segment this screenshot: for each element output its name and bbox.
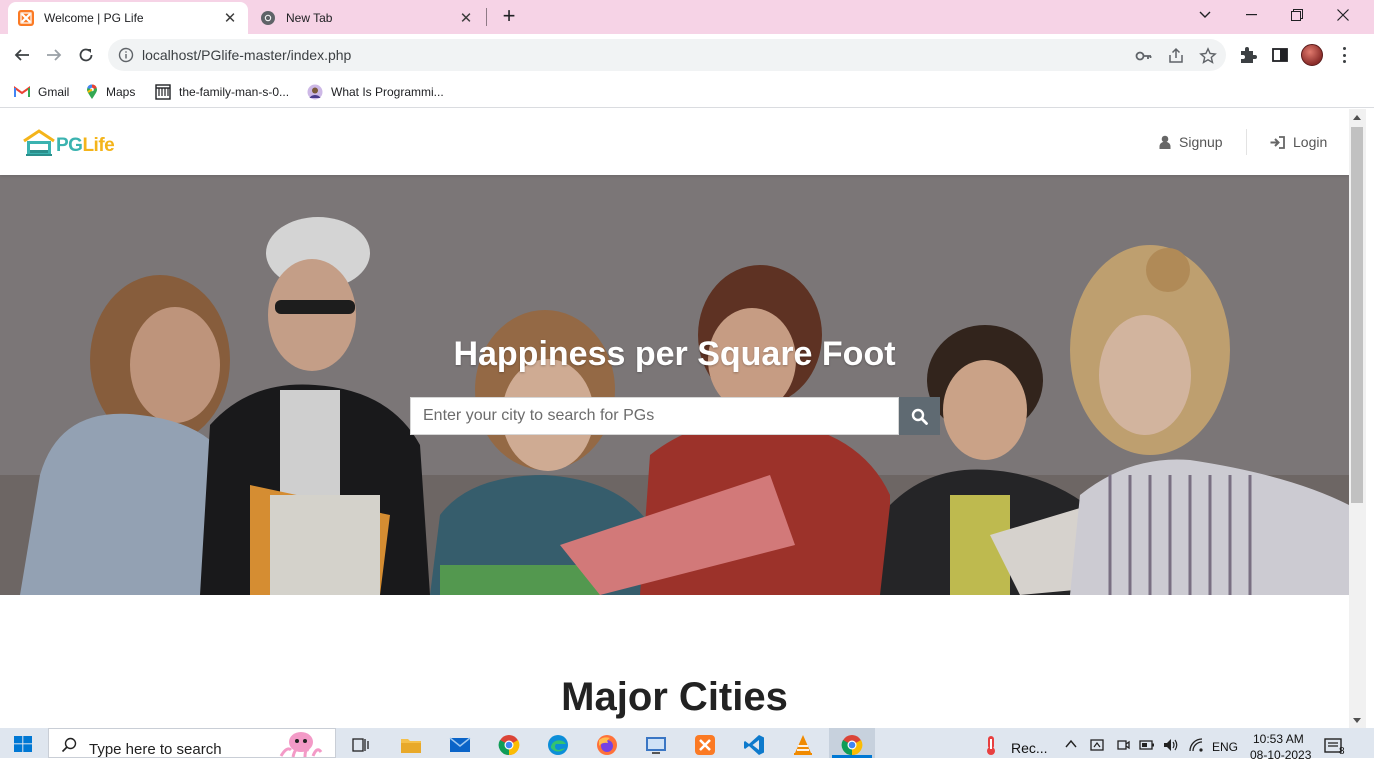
clock-date[interactable]: 08-10-2023 bbox=[1250, 748, 1311, 762]
remote-desktop-icon[interactable] bbox=[645, 734, 667, 756]
back-arrow-icon[interactable] bbox=[10, 43, 34, 67]
scrollbar-thumb[interactable] bbox=[1351, 127, 1363, 503]
signup-label: Signup bbox=[1179, 134, 1223, 150]
page-scrollbar[interactable] bbox=[1349, 109, 1366, 728]
bookmark-label: Gmail bbox=[38, 85, 70, 99]
clock-time[interactable]: 10:53 AM bbox=[1253, 732, 1304, 746]
site-info-icon[interactable] bbox=[118, 47, 134, 63]
tab-separator bbox=[486, 8, 487, 26]
login-link[interactable]: Login bbox=[1270, 133, 1327, 151]
close-tab-icon[interactable]: ✕ bbox=[458, 10, 474, 27]
scroll-up-arrow-icon[interactable] bbox=[1353, 115, 1361, 120]
tab-title: Welcome | PG Life bbox=[44, 11, 144, 25]
meet-now-icon[interactable] bbox=[1115, 737, 1131, 753]
taskbar-search-box[interactable]: Type here to search bbox=[48, 728, 336, 758]
vscode-icon[interactable] bbox=[743, 734, 765, 756]
weather-text[interactable]: Rec... bbox=[1011, 740, 1048, 756]
xampp-favicon-icon bbox=[18, 10, 34, 26]
taskbar-search-text: Type here to search bbox=[89, 741, 222, 758]
bookmark-family-man[interactable]: the-family-man-s-0... bbox=[155, 82, 289, 102]
file-explorer-icon[interactable] bbox=[400, 734, 422, 756]
gmail-icon bbox=[14, 86, 30, 97]
restore-button[interactable] bbox=[1274, 0, 1320, 30]
bookmark-label: What Is Programmi... bbox=[331, 85, 444, 99]
key-icon[interactable] bbox=[1135, 47, 1153, 65]
url-text[interactable]: localhost/PGlife-master/index.php bbox=[142, 47, 351, 63]
logo-text-life: Life bbox=[82, 135, 115, 156]
tab-search-chevron-icon[interactable] bbox=[1182, 0, 1228, 30]
xampp-icon[interactable] bbox=[694, 734, 716, 756]
tray-chevron-up-icon[interactable] bbox=[1064, 737, 1078, 751]
city-search-form bbox=[410, 397, 940, 435]
side-panel-icon[interactable] bbox=[1270, 45, 1290, 65]
chrome-active-icon[interactable] bbox=[841, 734, 863, 756]
bookmark-star-icon[interactable] bbox=[1199, 47, 1217, 65]
octopus-search-highlight-icon bbox=[279, 732, 323, 758]
tab-strip: Welcome | PG Life ✕ New Tab ✕ + bbox=[0, 0, 1374, 34]
scroll-down-arrow-icon[interactable] bbox=[1353, 718, 1361, 723]
forward-arrow-icon[interactable] bbox=[42, 43, 66, 67]
battery-icon[interactable] bbox=[1139, 737, 1155, 753]
close-window-button[interactable] bbox=[1320, 0, 1366, 30]
signup-link[interactable]: Signup bbox=[1159, 133, 1223, 151]
reload-icon[interactable] bbox=[74, 43, 98, 67]
windows-taskbar: Type here to search Rec... ENG 10:53 AM … bbox=[0, 728, 1374, 762]
logo-text-pg: PG bbox=[56, 135, 83, 156]
vlc-icon[interactable] bbox=[792, 734, 814, 756]
firefox-icon[interactable] bbox=[596, 734, 618, 756]
major-cities-heading: Major Cities bbox=[561, 675, 788, 719]
tab-new-tab[interactable]: New Tab ✕ bbox=[250, 2, 484, 34]
notification-count-badge: 8 bbox=[1339, 746, 1345, 757]
task-view-icon[interactable] bbox=[350, 734, 372, 756]
page-viewport: PGLife Signup Login Happiness per Square… bbox=[0, 109, 1349, 728]
bookmarks-bar: Gmail Maps the-family-man-s-0... What Is… bbox=[0, 76, 1374, 108]
extensions-puzzle-icon[interactable] bbox=[1238, 45, 1258, 65]
search-button[interactable] bbox=[899, 397, 940, 435]
search-icon bbox=[61, 737, 77, 753]
maps-icon bbox=[87, 84, 97, 99]
mail-icon[interactable] bbox=[449, 734, 471, 756]
tab-welcome-pg-life[interactable]: Welcome | PG Life ✕ bbox=[8, 2, 248, 34]
address-bar[interactable]: localhost/PGlife-master/index.php bbox=[108, 39, 1226, 71]
thermometer-weather-icon[interactable] bbox=[980, 734, 1002, 756]
minimize-button[interactable] bbox=[1228, 0, 1274, 30]
hero-banner: Happiness per Square Foot bbox=[0, 175, 1349, 595]
bookmark-label: the-family-man-s-0... bbox=[179, 85, 290, 99]
bookmark-maps[interactable]: Maps bbox=[86, 82, 135, 102]
bookmark-what-is-programming[interactable]: What Is Programmi... bbox=[307, 82, 444, 102]
window-edge bbox=[1366, 109, 1374, 728]
browser-toolbar: localhost/PGlife-master/index.php bbox=[0, 34, 1374, 76]
profile-icon bbox=[307, 84, 323, 100]
sign-in-icon bbox=[1270, 135, 1285, 149]
chrome-favicon-icon bbox=[261, 11, 275, 25]
site-header: PGLife Signup Login bbox=[0, 109, 1349, 175]
edge-icon[interactable] bbox=[547, 734, 569, 756]
hero-title: Happiness per Square Foot bbox=[453, 335, 896, 373]
user-icon bbox=[1159, 135, 1171, 149]
wifi-icon[interactable] bbox=[1188, 737, 1204, 753]
volume-icon[interactable] bbox=[1163, 737, 1179, 753]
network-tray-icon[interactable] bbox=[1089, 737, 1105, 753]
login-label: Login bbox=[1293, 134, 1328, 150]
browser-menu-icon[interactable] bbox=[1337, 45, 1351, 65]
language-indicator[interactable]: ENG bbox=[1212, 740, 1238, 754]
pg-life-logo[interactable]: PGLife bbox=[22, 129, 120, 159]
windows-start-icon[interactable] bbox=[14, 736, 32, 752]
close-tab-icon[interactable]: ✕ bbox=[222, 10, 238, 27]
share-icon[interactable] bbox=[1167, 47, 1185, 65]
document-icon bbox=[155, 84, 171, 100]
search-icon bbox=[911, 408, 928, 425]
nav-divider bbox=[1246, 129, 1247, 155]
students-background-image bbox=[0, 175, 1349, 595]
tab-title: New Tab bbox=[286, 11, 333, 25]
chrome-icon[interactable] bbox=[498, 734, 520, 756]
city-search-input[interactable] bbox=[410, 397, 899, 435]
bookmark-gmail[interactable]: Gmail bbox=[14, 82, 69, 102]
profile-avatar[interactable] bbox=[1301, 44, 1323, 66]
new-tab-button[interactable]: + bbox=[498, 5, 520, 28]
bookmark-label: Maps bbox=[106, 85, 136, 99]
